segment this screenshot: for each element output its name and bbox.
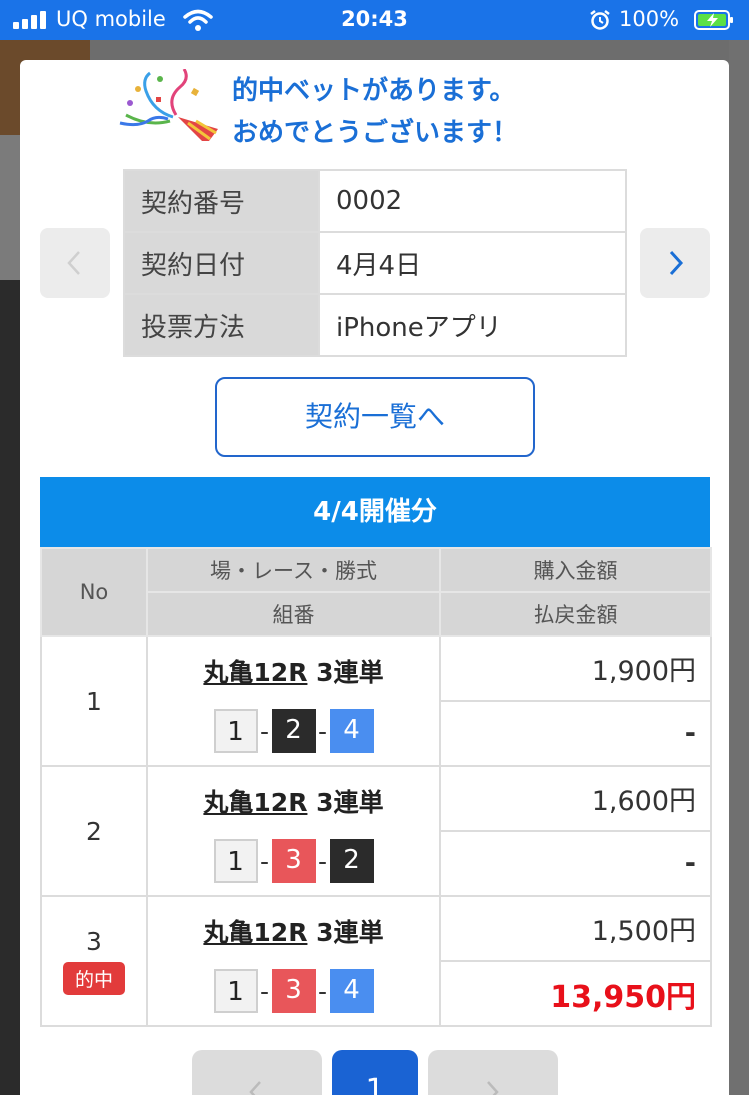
bet-type: 3連単 <box>316 658 384 687</box>
win-badge: 的中 <box>62 962 125 995</box>
battery-charging-icon <box>694 10 733 30</box>
chevron-right-icon <box>487 1081 499 1095</box>
header-payout: 払戻金額 <box>439 591 712 637</box>
congrats-line-1: 的中ベットがあります。 <box>232 76 516 106</box>
table-row: 2 丸亀12R 3連単 1-3-2 1,600円 <box>40 765 712 897</box>
payout-amount: - <box>439 830 712 897</box>
voting-method-value: iPhoneアプリ <box>318 293 627 357</box>
voting-method-label: 投票方法 <box>123 293 320 357</box>
bet-type: 3連単 <box>316 918 384 947</box>
boat-number: 1 <box>213 969 258 1013</box>
payout-amount-win: 13,950円 <box>439 960 712 1027</box>
table-row: 3 的中 丸亀12R 3連単 1-3-4 1,500円 <box>40 895 712 1027</box>
boat-number: 2 <box>271 709 316 753</box>
purchase-amount: 1,900円 <box>439 635 712 702</box>
bet-race-cell: 丸亀12R 3連単 1-2-4 <box>146 635 441 767</box>
header-no: No <box>40 547 148 637</box>
pager-prev-button[interactable] <box>192 1050 322 1095</box>
contract-date-value: 4月4日 <box>318 231 627 295</box>
section-title: 4/4開催分 <box>40 477 710 547</box>
bet-no: 3 <box>86 927 102 956</box>
chevron-left-icon <box>249 1081 261 1095</box>
bet-no: 2 <box>40 765 148 897</box>
congratulations-message: 的中ベットがあります。 おめでとうございます！ <box>232 70 518 154</box>
bet-combination: 1-3-2 <box>148 839 439 883</box>
background-page-right <box>729 40 749 1095</box>
race-link[interactable]: 丸亀12R <box>203 788 307 817</box>
race-link[interactable]: 丸亀12R <box>203 918 307 947</box>
bets-table: No 場・レース・勝式 購入金額 組番 払戻金額 1 丸亀12R 3連単 1-2… <box>40 547 712 1027</box>
contract-date-label: 契約日付 <box>123 231 320 295</box>
contract-info-table: 契約番号 0002 契約日付 4月4日 投票方法 iPhoneアプリ <box>123 169 627 357</box>
bet-no: 1 <box>40 635 148 767</box>
purchase-amount: 1,500円 <box>439 895 712 962</box>
bet-race-cell: 丸亀12R 3連単 1-3-2 <box>146 765 441 897</box>
boat-number: 3 <box>271 839 316 883</box>
table-row: 1 丸亀12R 3連単 1-2-4 1,900円 <box>40 635 712 767</box>
status-bar: UQ mobile 20:43 100% <box>0 0 749 40</box>
chevron-left-icon <box>67 251 80 275</box>
race-link[interactable]: 丸亀12R <box>203 658 307 687</box>
boat-number: 3 <box>271 969 316 1013</box>
contract-list-button[interactable]: 契約一覧へ <box>215 377 535 457</box>
bet-no-cell: 3 的中 <box>40 895 148 1027</box>
purchase-amount: 1,600円 <box>439 765 712 832</box>
pager-next-button[interactable] <box>428 1050 558 1095</box>
background-strip <box>0 135 20 280</box>
contract-number-value: 0002 <box>318 169 627 233</box>
alarm-icon <box>590 10 610 30</box>
boat-number: 4 <box>329 709 374 753</box>
bet-race-cell: 丸亀12R 3連単 1-3-4 <box>146 895 441 1027</box>
header-race: 場・レース・勝式 <box>146 547 441 593</box>
next-contract-button[interactable] <box>640 228 710 298</box>
boat-number: 2 <box>329 839 374 883</box>
boat-number: 1 <box>213 709 258 753</box>
header-purchase: 購入金額 <box>439 547 712 593</box>
congrats-line-2: おめでとうございます！ <box>232 118 519 148</box>
contract-number-label: 契約番号 <box>123 169 320 233</box>
pager-current-page[interactable]: 1 <box>332 1050 418 1095</box>
winning-bet-modal: 的中ベットがあります。 おめでとうございます！ 契約番号 0002 契約日付 4… <box>20 60 729 1095</box>
battery-percentage: 100% <box>619 7 680 31</box>
boat-number: 4 <box>329 969 374 1013</box>
bet-type: 3連単 <box>316 788 384 817</box>
prev-contract-button[interactable] <box>40 228 110 298</box>
chevron-right-icon <box>669 250 684 276</box>
bet-combination: 1-2-4 <box>148 709 439 753</box>
boat-number: 1 <box>213 839 258 883</box>
header-combo: 組番 <box>146 591 441 637</box>
party-popper-icon <box>119 69 218 141</box>
bet-combination: 1-3-4 <box>148 969 439 1013</box>
payout-amount: - <box>439 700 712 767</box>
